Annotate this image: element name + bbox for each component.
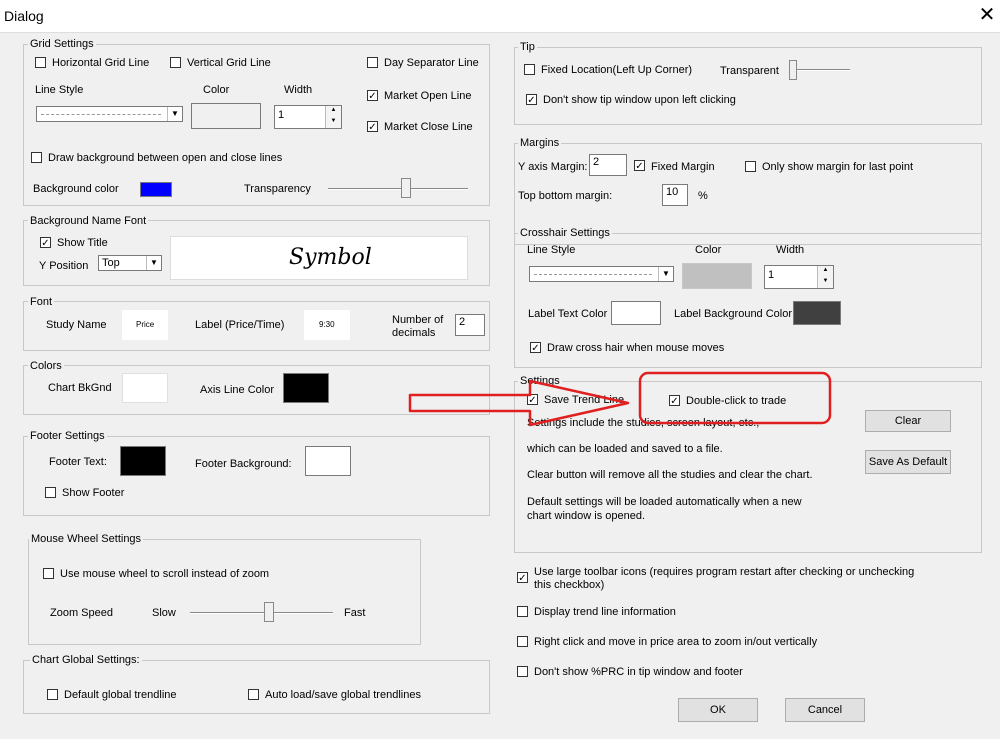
cancel-button[interactable]: Cancel [785, 698, 865, 722]
highlight-box [638, 371, 832, 425]
large-icons-checkbox[interactable]: ✓ [517, 572, 528, 584]
no-prc-label: Don't show %PRC in tip window and footer [534, 666, 743, 678]
large-icons-label: Use large toolbar icons (requires progra… [534, 566, 915, 591]
dialog-client: Grid Settings Horizontal Grid Line Verti… [0, 33, 1000, 739]
trend-info-label: Display trend line information [534, 606, 676, 618]
annotation-overlay [408, 371, 832, 427]
title-bar: Dialog ✕ [0, 0, 1000, 33]
red-arrow-icon [408, 379, 630, 427]
right-click-zoom-checkbox[interactable] [517, 636, 528, 647]
close-icon[interactable]: ✕ [976, 4, 998, 26]
window-title: Dialog [4, 8, 44, 24]
right-click-zoom-label: Right click and move in price area to zo… [534, 636, 818, 648]
no-prc-checkbox[interactable] [517, 666, 528, 677]
ok-button[interactable]: OK [678, 698, 758, 722]
trend-info-checkbox[interactable] [517, 606, 528, 617]
